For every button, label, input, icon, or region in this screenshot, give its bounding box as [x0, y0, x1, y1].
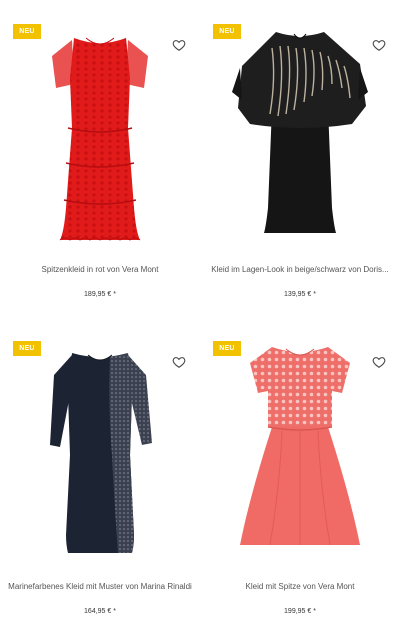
product-image[interactable] — [10, 18, 190, 250]
product-price: 189,95 € * — [84, 291, 116, 298]
product-card[interactable]: NEU — [0, 0, 200, 317]
product-title[interactable]: Spitzenkleid in rot von Vera Mont — [8, 264, 192, 276]
product-price: 164,95 € * — [84, 608, 116, 615]
heart-outline-icon[interactable] — [372, 38, 386, 52]
heart-outline-icon[interactable] — [172, 355, 186, 369]
new-badge: NEU — [13, 341, 41, 356]
product-card[interactable]: NEU Kleid mit Spitze von Vera Mont 199,9… — [200, 317, 400, 634]
product-price: 199,95 € * — [284, 608, 316, 615]
heart-outline-icon[interactable] — [172, 38, 186, 52]
new-badge: NEU — [213, 341, 241, 356]
heart-outline-icon[interactable] — [372, 355, 386, 369]
new-badge: NEU — [213, 24, 241, 39]
product-image[interactable] — [210, 335, 390, 567]
product-title[interactable]: Kleid mit Spitze von Vera Mont — [208, 581, 392, 593]
product-title[interactable]: Marinefarbenes Kleid mit Muster von Mari… — [8, 581, 192, 593]
product-image[interactable] — [210, 18, 390, 250]
product-image[interactable] — [10, 335, 190, 567]
product-card[interactable]: NEU Marinefarbenes Kleid mit Muster von … — [0, 317, 200, 634]
product-price: 139,95 € * — [284, 291, 316, 298]
product-card[interactable]: NEU — [200, 0, 400, 317]
product-grid: NEU Spitzenkleid in rot von Vera Mont 18… — [0, 0, 400, 635]
new-badge: NEU — [13, 24, 41, 39]
product-title[interactable]: Kleid im Lagen-Look in beige/schwarz von… — [208, 264, 392, 276]
